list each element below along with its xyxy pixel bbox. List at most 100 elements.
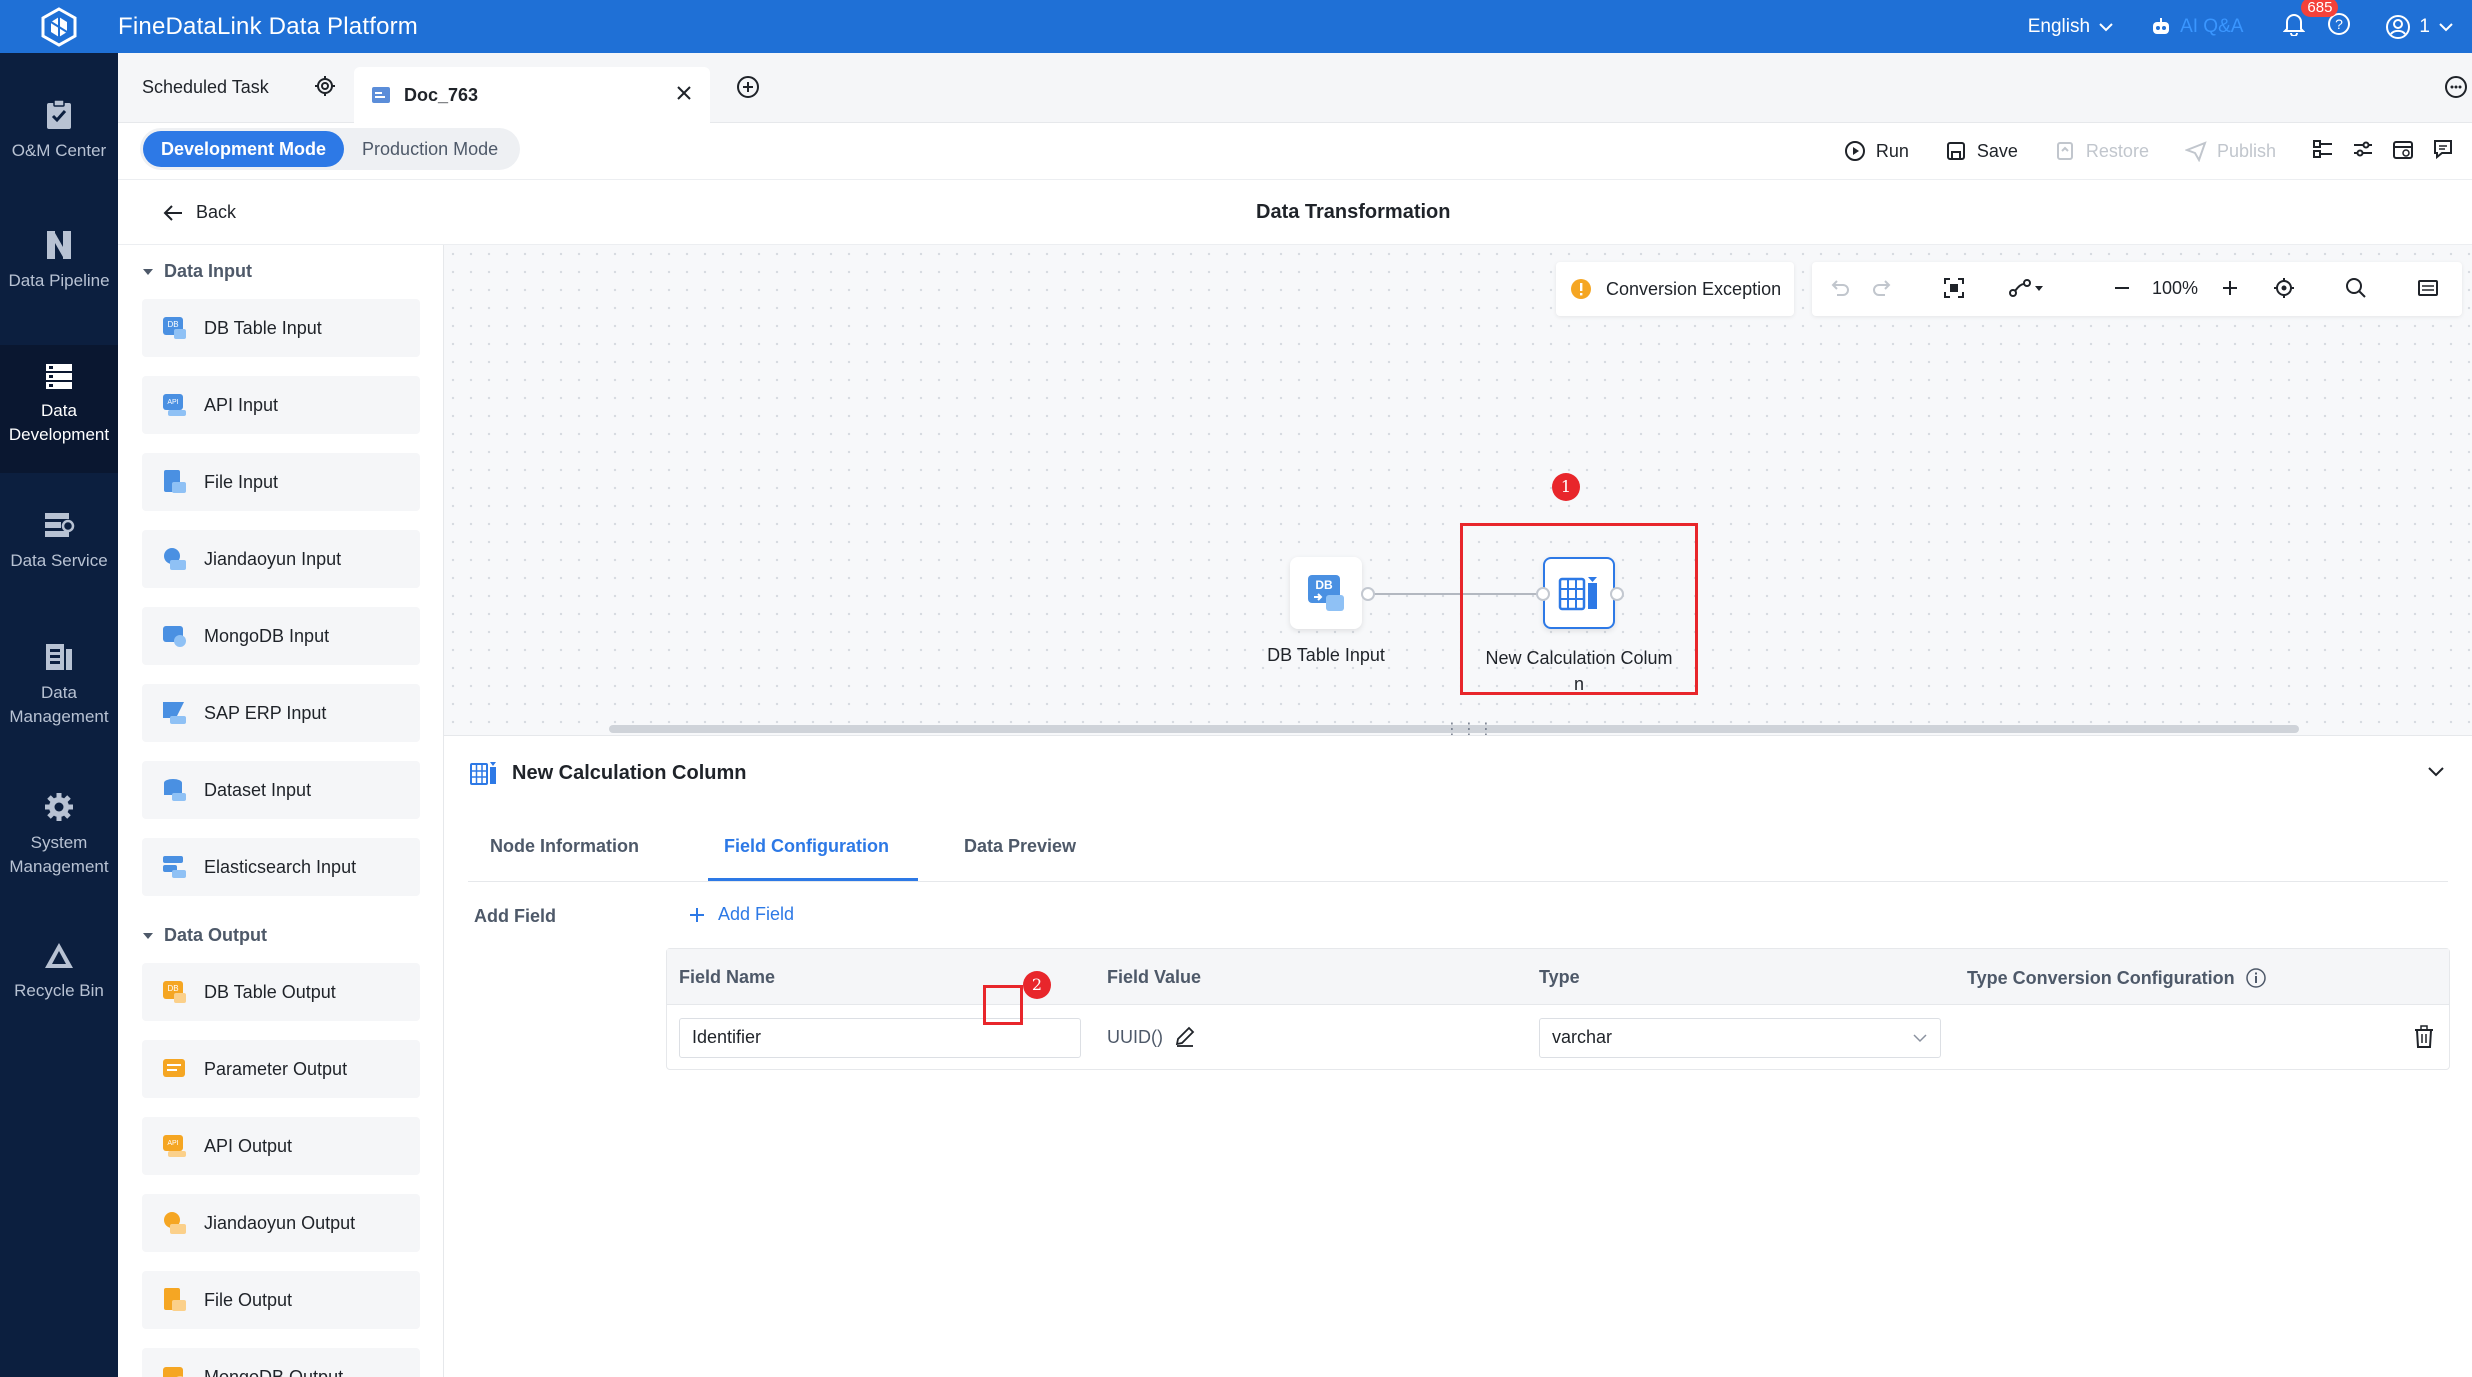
tab-doc[interactable]: Doc_763 [354,67,710,123]
data-output-section-header[interactable]: Data Output [142,925,267,946]
notification-badge: 685 [2301,0,2339,17]
user-menu[interactable]: 1 [2385,14,2454,40]
component-sap-erp-input[interactable]: SAP ERP Input [142,684,420,742]
column-header-field-name: Field Name [679,967,776,987]
data-input-section-header[interactable]: Data Input [142,261,252,282]
component-file-output[interactable]: File Output [142,1271,420,1329]
add-tab-button[interactable] [736,75,760,104]
back-bar: Back Data Transformation [118,179,2472,245]
notification-button[interactable]: 685 [2283,0,2339,41]
component-mongodb-input[interactable]: MongoDB Input [142,607,420,665]
bell-icon [2283,14,2306,37]
publish-button[interactable]: Publish [2184,140,2276,162]
component-label: DB Table Output [204,981,336,1002]
clipboard-check-icon [47,99,71,129]
more-options-button[interactable] [2444,75,2468,104]
save-button[interactable]: Save [1945,140,2018,162]
nav-recycle-bin[interactable]: Recycle Bin [0,941,118,1003]
delete-row-button[interactable] [2413,1025,2435,1054]
collapse-panel-button[interactable] [2426,762,2446,783]
db-table-output-icon: DB [163,981,186,1003]
ai-qa-button[interactable]: AI Q&A [2150,16,2243,38]
publish-label: Publish [2216,140,2276,161]
save-icon [1946,142,1965,160]
node-db-table-input[interactable]: DB [1290,557,1362,629]
component-jiandaoyun-input[interactable]: Jiandaoyun Input [142,530,420,588]
chevron-down-icon [2439,22,2453,31]
component-api-output[interactable]: API API Output [142,1117,420,1175]
column-header-type-conversion: Type Conversion Configuration [1967,967,2267,989]
language-selector[interactable]: English [2028,16,2114,38]
lineage-button[interactable] [2312,138,2334,165]
nav-data-management[interactable]: Data Management [0,641,118,729]
add-field-button[interactable]: Add Field [688,904,794,925]
tab-node-information[interactable]: Node Information [490,836,639,857]
config-tabs: Node Information Field Configuration Dat… [468,810,2448,882]
info-icon[interactable] [2245,967,2267,989]
component-label: Dataset Input [204,779,312,800]
component-file-input[interactable]: File Input [142,453,420,511]
column-header-label: Type Conversion Configuration [1967,967,2235,988]
component-jiandaoyun-output[interactable]: Jiandaoyun Output [142,1194,420,1252]
settings-sliders-button[interactable] [2352,138,2374,165]
gear-icon [315,76,335,96]
component-label: File Input [204,471,279,492]
component-db-table-input[interactable]: DB DB Table Input [142,299,420,357]
nav-label: Data Service [10,551,108,570]
calculation-column-icon [470,762,496,785]
nav-data-service[interactable]: Data Service [0,509,118,573]
type-select-value: varchar [1552,1027,1613,1047]
db-table-input-icon: DB [163,317,186,339]
comment-button[interactable] [2432,138,2454,165]
component-api-input[interactable]: API API Input [142,376,420,434]
data-management-icon [46,644,72,670]
component-dataset-input[interactable]: Dataset Input [142,761,420,819]
data-service-icon [45,513,75,537]
nav-data-development[interactable]: Data Development [0,345,118,473]
component-label: File Output [204,1289,293,1310]
type-select[interactable]: varchar [1539,1018,1941,1058]
component-label: Jiandaoyun Input [204,548,342,569]
parameter-output-icon [163,1059,185,1077]
development-mode-button[interactable]: Development Mode [143,131,345,167]
node-label: DB Table Input [1267,645,1385,665]
caret-down-icon [143,268,153,275]
component-label: MongoDB Output [204,1366,344,1377]
schedule-config-button[interactable] [2392,138,2414,165]
column-header-field-value: Field Value [1107,967,1202,987]
mongodb-input-icon [163,626,186,647]
field-value-text: UUID() [1107,1027,1163,1047]
api-output-icon: API [163,1135,186,1157]
component-parameter-output[interactable]: Parameter Output [142,1040,420,1098]
tab-settings-button[interactable] [314,75,336,102]
document-icon [372,87,390,103]
component-elasticsearch-input[interactable]: Elasticsearch Input [142,838,420,896]
run-button[interactable]: Run [1844,140,1909,162]
app-logo[interactable] [0,0,118,53]
tab-data-preview[interactable]: Data Preview [964,836,1076,857]
nav-system-management[interactable]: System Management [0,791,118,879]
production-mode-button[interactable]: Production Mode [344,139,516,160]
nav-data-pipeline[interactable]: Data Pipeline [0,229,118,293]
node-output-port[interactable] [1361,587,1375,601]
restore-button[interactable]: Restore [2054,140,2149,162]
close-icon[interactable] [674,83,694,108]
resize-handle[interactable]: ⋮⋮⋮ [1444,722,1495,738]
table-header: Field Name Field Value Type Type Convers… [667,949,2449,1005]
back-label: Back [196,202,237,222]
robot-icon [2153,17,2170,34]
component-mongodb-output[interactable]: MongoDB Output [142,1348,420,1377]
tab-scheduled-task[interactable]: Scheduled Task [142,77,269,98]
flow-canvas[interactable]: Conversion Exception 100% DB DB Table In… [444,245,2472,738]
dataset-input-icon [164,779,186,801]
file-output-icon [164,1288,186,1311]
tab-field-configuration[interactable]: Field Configuration [724,836,889,857]
edit-icon[interactable] [1173,1024,1197,1053]
top-bar: FineDataLink Data Platform English AI Q&… [0,0,2472,53]
trash-icon [2415,1025,2433,1048]
svg-text:API: API [167,399,178,406]
component-db-table-output[interactable]: DB DB Table Output [142,963,420,1021]
nav-om-center[interactable]: O&M Center [0,99,118,163]
back-button[interactable]: Back [162,202,236,223]
node-config-panel: New Calculation Column Node Information … [444,735,2472,1377]
